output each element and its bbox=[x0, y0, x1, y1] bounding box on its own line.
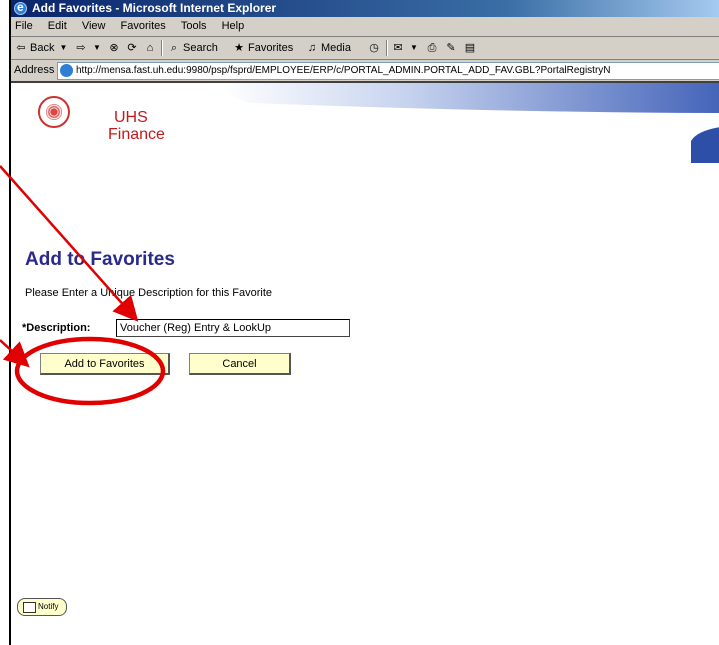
media-label: Media bbox=[321, 42, 351, 54]
menu-edit[interactable]: Edit bbox=[42, 17, 73, 36]
chevron-down-icon: ▼ bbox=[59, 43, 68, 52]
university-seal-logo bbox=[38, 96, 70, 128]
toolbar-separator bbox=[161, 40, 163, 56]
forward-button[interactable]: ⇨ ▼ bbox=[74, 37, 104, 59]
history-button[interactable]: ◷ bbox=[367, 37, 381, 59]
cancel-button[interactable]: Cancel bbox=[189, 353, 291, 375]
home-icon: ⌂ bbox=[146, 42, 154, 54]
print-button[interactable]: ⎙ bbox=[425, 37, 439, 59]
brand-line1: UHS bbox=[114, 109, 148, 126]
refresh-icon: ⟳ bbox=[127, 42, 137, 54]
window-title: Add Favorites - Microsoft Internet Explo… bbox=[32, 1, 277, 15]
instruction-text: Please Enter a Unique Description for th… bbox=[25, 287, 273, 299]
browser-window: Add Favorites - Microsoft Internet Explo… bbox=[9, 0, 719, 645]
menu-bar: File Edit View Favorites Tools Help bbox=[11, 17, 719, 37]
search-button[interactable]: ⌕ Search bbox=[167, 37, 218, 59]
favorites-button[interactable]: ★ Favorites bbox=[232, 37, 293, 59]
forward-arrow-icon: ⇨ bbox=[76, 42, 86, 54]
menu-help[interactable]: Help bbox=[216, 17, 251, 36]
notify-button[interactable]: Notify bbox=[17, 598, 67, 616]
stop-button[interactable]: ⊗ bbox=[107, 37, 121, 59]
add-to-favorites-button[interactable]: Add to Favorites bbox=[40, 353, 170, 375]
search-label: Search bbox=[183, 42, 218, 54]
edit-button[interactable]: ✎ bbox=[444, 37, 458, 59]
edit-icon: ✎ bbox=[446, 42, 456, 54]
mail-icon: ✉ bbox=[393, 42, 403, 54]
discuss-button[interactable]: ▤ bbox=[463, 37, 477, 59]
address-label: Address bbox=[14, 64, 55, 76]
home-button[interactable]: ⌂ bbox=[143, 37, 157, 59]
stop-icon: ⊗ bbox=[109, 42, 119, 54]
brand-line2: Finance bbox=[108, 126, 165, 143]
discuss-icon: ▤ bbox=[464, 42, 476, 54]
back-button[interactable]: ⇦ Back ▼ bbox=[14, 37, 70, 59]
page-content: UHS Finance Add to Favorites Please Ente… bbox=[11, 83, 719, 645]
search-icon: ⌕ bbox=[170, 42, 178, 54]
address-input[interactable]: http://mensa.fast.uh.edu:9980/psp/fsprd/… bbox=[57, 62, 719, 80]
chevron-down-icon: ▼ bbox=[93, 43, 101, 52]
title-bar[interactable]: Add Favorites - Microsoft Internet Explo… bbox=[11, 0, 719, 17]
chevron-down-icon: ▼ bbox=[410, 43, 418, 52]
media-button[interactable]: ♫ Media bbox=[305, 37, 351, 59]
page-title: Add to Favorites bbox=[25, 249, 175, 270]
menu-file[interactable]: File bbox=[11, 17, 39, 36]
media-icon: ♫ bbox=[307, 42, 317, 54]
favorites-icon: ★ bbox=[234, 42, 244, 54]
favorites-label: Favorites bbox=[248, 42, 294, 54]
mail-button[interactable]: ✉ ▼ bbox=[391, 37, 421, 59]
back-label: Back bbox=[30, 42, 55, 54]
address-bar: Address http://mensa.fast.uh.edu:9980/ps… bbox=[11, 60, 719, 83]
menu-favorites[interactable]: Favorites bbox=[115, 17, 172, 36]
description-label: *Description: bbox=[22, 322, 91, 334]
toolbar-separator bbox=[386, 40, 388, 56]
refresh-button[interactable]: ⟳ bbox=[125, 37, 139, 59]
toolbar: ⇦ Back ▼ ⇨ ▼ ⊗ ⟳ ⌂ ⌕ Search ★ Favorites … bbox=[11, 37, 719, 60]
back-arrow-icon: ⇦ bbox=[16, 42, 26, 54]
history-icon: ◷ bbox=[369, 42, 379, 54]
page-icon bbox=[60, 64, 73, 77]
menu-view[interactable]: View bbox=[76, 17, 112, 36]
menu-tools[interactable]: Tools bbox=[175, 17, 213, 36]
header-banner-graphic bbox=[221, 83, 719, 163]
address-url: http://mensa.fast.uh.edu:9980/psp/fsprd/… bbox=[76, 65, 611, 76]
ie-logo-icon bbox=[14, 0, 27, 16]
description-input[interactable] bbox=[116, 319, 350, 337]
print-icon: ⎙ bbox=[427, 42, 437, 54]
notify-label: Notify bbox=[38, 602, 59, 611]
notify-icon bbox=[23, 602, 36, 613]
